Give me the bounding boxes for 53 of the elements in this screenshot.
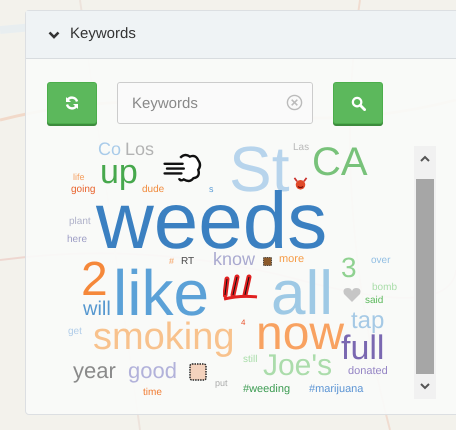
cloud-word[interactable]: all [271, 270, 334, 318]
cloud-word[interactable]: life [73, 172, 85, 183]
cloud-word[interactable]: good [128, 360, 177, 382]
cloud-word[interactable]: going [71, 184, 96, 196]
cloud-word[interactable]: donated [348, 367, 388, 378]
cloud-word[interactable]: bomb [372, 282, 398, 294]
search-field[interactable]: Keywords [117, 82, 313, 124]
cloud-word[interactable]: 2 [81, 262, 108, 299]
cloud-word[interactable]: up [100, 156, 138, 188]
cloud-word[interactable]: Los [125, 143, 154, 157]
cloud-word[interactable]: will [83, 302, 111, 318]
cloud-word[interactable]: said [365, 295, 384, 306]
cloud-word[interactable]: # [169, 257, 174, 266]
chevron-up-icon [420, 154, 430, 162]
cloud-word[interactable]: still [243, 354, 258, 366]
cloud-word[interactable]: RT [181, 256, 194, 267]
cloud-word[interactable]: 4 [241, 319, 246, 328]
cloud-word[interactable]: year [73, 360, 116, 382]
scrollbar-thumb[interactable] [416, 179, 434, 374]
refresh-button[interactable] [47, 82, 97, 124]
cloud-word[interactable]: plant [69, 216, 91, 228]
heart-icon [342, 287, 362, 303]
cloud-word[interactable]: CA [312, 146, 368, 178]
cloud-word[interactable]: #marijuana [309, 384, 364, 395]
devil-icon [293, 177, 308, 190]
panel-title: Keywords [70, 24, 136, 44]
chevron-down-icon [420, 382, 430, 390]
cloud-word[interactable]: smoking [93, 318, 234, 356]
cloud-word[interactable]: over [371, 255, 390, 266]
cloud-word[interactable]: more [279, 255, 304, 266]
refresh-icon [64, 95, 80, 111]
cloud-word[interactable]: time [143, 388, 162, 398]
cloud-word[interactable]: tap [351, 308, 384, 333]
cloud-word[interactable]: here [67, 234, 88, 246]
cloud-word[interactable]: #weeding [243, 384, 290, 395]
cloud-word[interactable]: 3 [341, 256, 357, 278]
clear-icon[interactable] [286, 94, 303, 111]
cloud-word[interactable]: Co [98, 143, 122, 157]
square-icon [263, 257, 272, 266]
cloud-word[interactable]: Las [293, 144, 310, 152]
cloud-word[interactable]: put [215, 379, 228, 388]
cloud-word[interactable]: get [68, 326, 82, 338]
search-button[interactable] [333, 82, 383, 124]
puff-icon [161, 153, 203, 183]
search-icon [350, 96, 366, 110]
scrollbar[interactable] [414, 146, 436, 399]
cloud-word[interactable]: St [229, 144, 290, 194]
cloud-word[interactable]: Joe's [263, 350, 332, 381]
square-icon [189, 363, 207, 381]
panel-header[interactable]: Keywords [26, 11, 456, 59]
emoji-icon [223, 273, 259, 303]
cloud-word[interactable]: know [213, 252, 256, 267]
cloud-word[interactable]: like [113, 268, 210, 318]
